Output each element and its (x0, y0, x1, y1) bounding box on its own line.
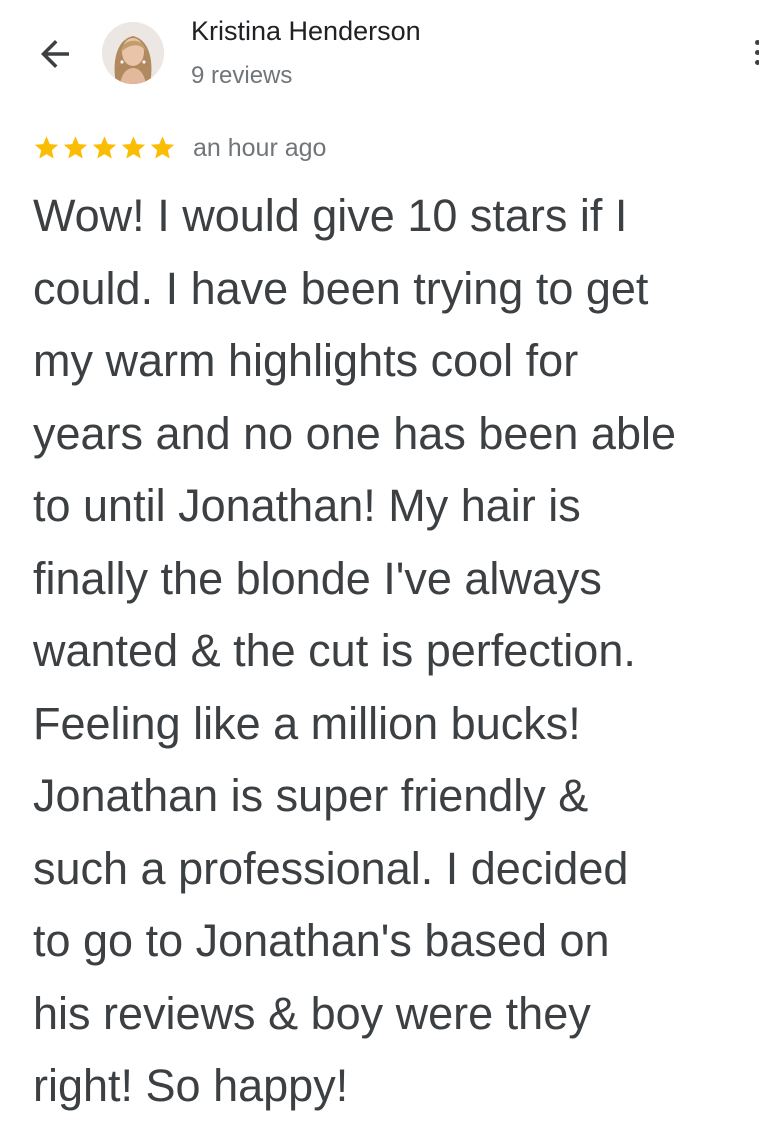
arrow-back-icon (41, 40, 69, 68)
star-icon (63, 136, 88, 159)
star-rating (32, 134, 177, 162)
back-button[interactable] (34, 33, 76, 75)
review-text-line: to go to Jonathan's based on (33, 915, 610, 966)
review-text: Wow! I would give 10 stars if I could. I … (33, 180, 759, 1123)
more-vert-icon (748, 40, 759, 65)
more-options-button[interactable] (748, 36, 759, 76)
star-icon (150, 136, 175, 159)
review-text-line: such a professional. I decided (33, 842, 629, 894)
review-text-line: to until Jonathan! My hair is (33, 480, 581, 531)
review-text-line: right! So happy! (33, 1060, 349, 1111)
review-text-line: my warm highlights cool for (33, 335, 579, 386)
star-icon (92, 136, 117, 159)
review-text-line: finally the blonde I've always (33, 552, 602, 604)
star-icon (121, 136, 146, 159)
review-time: an hour ago (193, 133, 327, 162)
review-text-line: his reviews & boy were they (33, 987, 591, 1039)
profile-photo (102, 22, 164, 84)
review-text-line: wanted & the cut is perfection. (33, 625, 636, 676)
review-text-line: Wow! I would give 10 stars if I (33, 190, 628, 241)
review-text-line: could. I have been trying to get (33, 262, 649, 314)
review-text-line: Jonathan is super friendly & (33, 770, 589, 821)
review-text-line: years and no one has been able (33, 407, 677, 459)
star-icon (34, 136, 59, 159)
rating-row: an hour ago (32, 130, 326, 166)
review-text-line: Feeling like a million bucks! (33, 697, 581, 749)
avatar[interactable] (102, 22, 164, 84)
review-count: 9 reviews (191, 62, 293, 89)
review-header: Kristina Henderson 9 reviews (0, 0, 759, 110)
reviewer-name[interactable]: Kristina Henderson (191, 16, 421, 47)
